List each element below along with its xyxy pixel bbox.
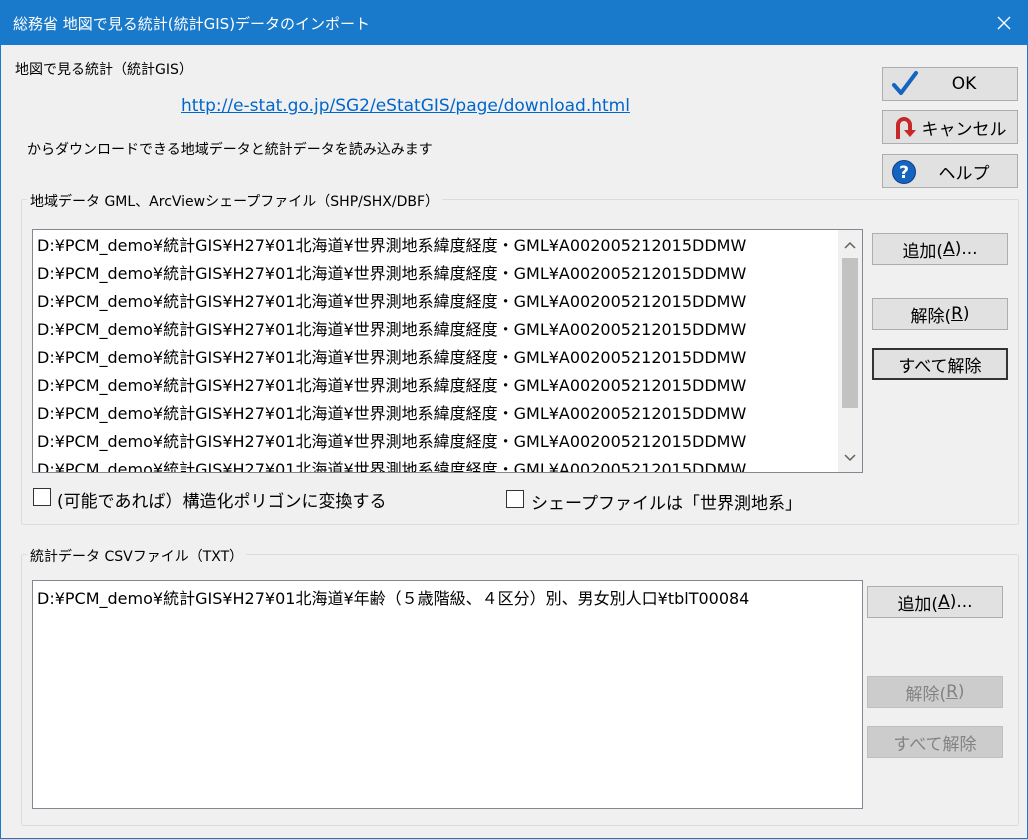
source-label: 地図で見る統計（統計GIS）	[15, 62, 193, 78]
region-data-group-label: 地域データ GML、ArcViewシェープファイル（SHP/SHX/DBF）	[27, 191, 443, 211]
region-remove-all-label: すべて解除	[898, 356, 982, 377]
window-title: 総務省 地図で見る統計(統計GIS)データのインポート	[13, 15, 371, 33]
list-item[interactable]: D:¥PCM_demo¥統計GIS¥H27¥01北海道¥世界測地系緯度経度・GM…	[37, 456, 746, 472]
stats-remove-button[interactable]: 解除(R)	[867, 676, 1003, 708]
undo-arrow-icon	[891, 115, 917, 146]
region-remove-all-button[interactable]: すべて解除	[872, 348, 1008, 380]
stats-remove-suffix: )	[957, 682, 965, 702]
help-label: ヘルプ	[938, 163, 990, 184]
ok-button[interactable]: OK	[882, 67, 1018, 101]
world-geodetic-label: シェープファイルは「世界測地系」	[531, 494, 802, 514]
scroll-thumb[interactable]	[842, 258, 858, 408]
scroll-down-icon[interactable]	[838, 446, 862, 470]
close-button[interactable]	[981, 1, 1027, 45]
stats-remove-key: R	[946, 682, 958, 702]
region-add-button[interactable]: 追加(A)...	[872, 233, 1008, 265]
stats-remove-label: 解除(	[905, 684, 947, 705]
svg-text:?: ?	[899, 163, 909, 183]
region-remove-suffix: )	[962, 304, 970, 324]
stats-add-label: 追加(	[897, 594, 939, 615]
list-item[interactable]: D:¥PCM_demo¥統計GIS¥H27¥01北海道¥世界測地系緯度経度・GM…	[37, 372, 746, 400]
list-item[interactable]: D:¥PCM_demo¥統計GIS¥H27¥01北海道¥世界測地系緯度経度・GM…	[37, 400, 746, 428]
region-add-label: 追加(	[902, 241, 944, 262]
help-button[interactable]: ? ヘルプ	[882, 154, 1018, 188]
region-remove-label: 解除(	[910, 306, 952, 327]
download-link[interactable]: http://e-stat.go.jp/SG2/eStatGIS/page/do…	[181, 96, 630, 116]
stats-add-button[interactable]: 追加(A)...	[867, 586, 1003, 618]
region-remove-button[interactable]: 解除(R)	[872, 298, 1008, 330]
close-icon	[997, 16, 1011, 30]
region-list-scrollbar[interactable]	[838, 230, 862, 472]
question-icon: ?	[891, 159, 917, 190]
stats-add-key: A	[938, 592, 950, 612]
stats-remove-all-label: すべて解除	[893, 734, 977, 755]
list-item[interactable]: D:¥PCM_demo¥統計GIS¥H27¥01北海道¥年齢（５歳階級、４区分）…	[37, 585, 749, 613]
cancel-button[interactable]: キャンセル	[882, 110, 1018, 144]
list-item[interactable]: D:¥PCM_demo¥統計GIS¥H27¥01北海道¥世界測地系緯度経度・GM…	[37, 260, 746, 288]
title-bar: 総務省 地図で見る統計(統計GIS)データのインポート	[1, 1, 1027, 45]
region-file-list[interactable]: D:¥PCM_demo¥統計GIS¥H27¥01北海道¥世界測地系緯度経度・GM…	[32, 229, 863, 473]
list-item[interactable]: D:¥PCM_demo¥統計GIS¥H27¥01北海道¥世界測地系緯度経度・GM…	[37, 316, 746, 344]
region-remove-key: R	[951, 304, 963, 324]
list-item[interactable]: D:¥PCM_demo¥統計GIS¥H27¥01北海道¥世界測地系緯度経度・GM…	[37, 288, 746, 316]
import-dialog: 総務省 地図で見る統計(統計GIS)データのインポート 地図で見る統計（統計GI…	[0, 0, 1028, 839]
description-text: からダウンロードできる地域データと統計データを読み込みます	[27, 142, 433, 158]
region-add-suffix: )...	[954, 239, 978, 259]
check-icon	[891, 70, 919, 103]
stats-file-list[interactable]: D:¥PCM_demo¥統計GIS¥H27¥01北海道¥年齢（５歳階級、４区分）…	[32, 580, 863, 809]
list-item[interactable]: D:¥PCM_demo¥統計GIS¥H27¥01北海道¥世界測地系緯度経度・GM…	[37, 344, 746, 372]
list-item[interactable]: D:¥PCM_demo¥統計GIS¥H27¥01北海道¥世界測地系緯度経度・GM…	[37, 428, 746, 456]
region-add-key: A	[943, 239, 955, 259]
stats-remove-all-button[interactable]: すべて解除	[867, 726, 1003, 758]
cancel-label: キャンセル	[921, 119, 1007, 140]
ok-label: OK	[951, 74, 977, 94]
convert-polygon-checkbox[interactable]	[33, 488, 51, 506]
stats-add-suffix: )...	[949, 592, 973, 612]
stats-data-group-label: 統計データ CSVファイル（TXT）	[27, 546, 247, 566]
list-item[interactable]: D:¥PCM_demo¥統計GIS¥H27¥01北海道¥世界測地系緯度経度・GM…	[37, 232, 746, 260]
convert-polygon-label: (可能であれば）構造化ポリゴンに変換する	[57, 492, 387, 512]
world-geodetic-checkbox[interactable]	[506, 490, 524, 508]
scroll-up-icon[interactable]	[838, 233, 862, 257]
